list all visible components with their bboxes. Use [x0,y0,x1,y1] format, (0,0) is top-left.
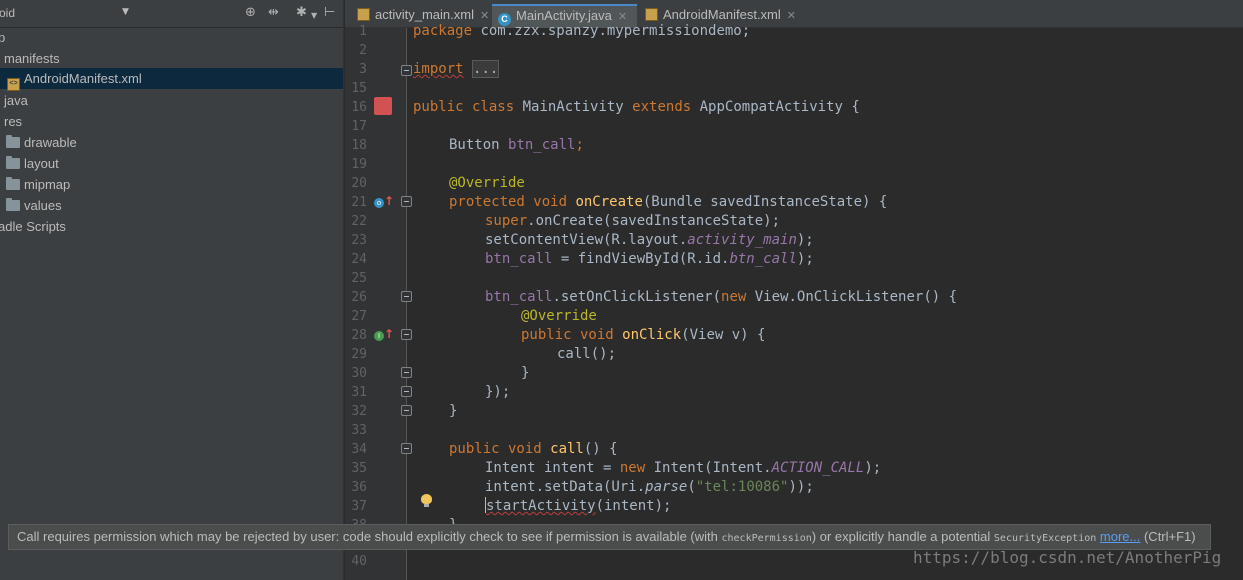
implement-method-icon[interactable]: I ↑ [374,327,394,342]
line-number: 28 [351,328,367,343]
line-number: 40 [351,554,367,569]
code-line: }); [485,384,511,400]
scroll-from-source-icon[interactable]: ⊕ [245,5,256,21]
line-number: 16 [351,100,367,115]
line-number: 18 [351,138,367,153]
line-number: 22 [351,214,367,229]
tree-item-app[interactable]: p [0,27,5,48]
line-number: 29 [351,347,367,362]
line-number: 36 [351,480,367,495]
line-number: 34 [351,442,367,457]
code-line: call(); [557,346,617,362]
tree-item-gradle-scripts[interactable]: adle Scripts [0,216,66,237]
code-line: } [521,365,530,381]
xml-file-icon [645,8,658,21]
code-line: super.onCreate(savedInstanceState); [485,213,781,229]
tree-item-drawable[interactable]: drawable [6,132,77,153]
override-method-icon[interactable]: o ↑ [374,194,394,209]
fold-toggle-icon[interactable] [401,65,412,76]
permission-warning[interactable]: startActivity [486,498,596,514]
tree-item-res[interactable]: res [4,111,22,132]
xml-file-icon [357,8,370,21]
project-panel: oid ▼ ⊕ ⇹ ✱ ▼ ⊢ p manifests <>AndroidMan… [0,0,344,580]
code-line: package com.zzx.spanzy.mypermissiondemo; [413,23,751,39]
line-number: 37 [351,499,367,514]
line-number: 20 [351,176,367,191]
close-icon[interactable]: ✕ [787,10,796,22]
project-view-selector[interactable]: oid [0,6,15,20]
watermark: https://blog.csdn.net/AnotherPig [913,548,1222,567]
tree-item-manifests[interactable]: manifests [4,48,60,69]
line-number: 15 [351,81,367,96]
hide-panel-icon[interactable]: ⊢ [324,5,335,21]
inspection-tooltip: Call requires permission which may be re… [8,524,1211,550]
line-number: 19 [351,157,367,172]
code-line: startActivity(intent); [485,497,672,514]
line-number: 31 [351,385,367,400]
code-line: public void onClick(View v) { [521,327,766,343]
line-number: 35 [351,461,367,476]
line-number: 32 [351,404,367,419]
lightbulb-icon[interactable] [421,494,432,508]
fold-toggle-icon[interactable] [401,367,412,378]
settings-dropdown-icon[interactable]: ▼ [311,8,317,24]
tree-item-mipmap[interactable]: mipmap [6,174,70,195]
line-number: 24 [351,252,367,267]
code-line: public void call() { [449,441,618,457]
gear-icon[interactable]: ✱ [296,5,307,21]
folder-icon [6,156,20,169]
folder-icon [6,198,20,211]
tree-item-androidmanifest[interactable]: <> AndroidManifest.xml [0,68,343,91]
line-number: 1 [359,24,367,39]
project-toolbar: oid ▼ ⊕ ⇹ ✱ ▼ ⊢ [0,0,343,28]
fold-toggle-icon[interactable] [401,196,412,207]
tree-item-values[interactable]: values [6,195,62,216]
collapse-all-icon[interactable]: ⇹ [268,5,279,21]
line-number: 25 [351,271,367,286]
line-number: 30 [351,366,367,381]
code-line: } [449,403,458,419]
fold-toggle-icon[interactable] [401,386,412,397]
fold-toggle-icon[interactable] [401,443,412,454]
code-line: protected void onCreate(Bundle savedInst… [449,194,888,210]
tree-item-java[interactable]: java [4,90,28,111]
line-number: 27 [351,309,367,324]
code-line: import ... [413,60,500,78]
fold-toggle-icon[interactable] [401,405,412,416]
code-line: intent.setData(Uri.parse("tel:10086")); [485,479,814,495]
line-number: 23 [351,233,367,248]
code-line: @Override [449,175,525,191]
code-line: Intent intent = new Intent(Intent.ACTION… [485,460,882,476]
close-icon[interactable]: ✕ [480,10,489,22]
folder-icon [6,177,20,190]
line-number: 2 [359,43,367,58]
editor-gutter: 1 2 3 15 16 17 18 19 20 21 22 23 24 25 2… [345,24,412,580]
more-link[interactable]: more... [1100,529,1140,544]
line-number: 33 [351,423,367,438]
code-line: @Override [521,308,597,324]
chevron-down-icon[interactable]: ▼ [122,7,129,17]
code-line: btn_call.setOnClickListener(new View.OnC… [485,289,958,305]
folder-icon [6,135,20,148]
code-line: public class MainActivity extends AppCom… [413,99,860,115]
folded-imports[interactable]: ... [472,60,500,78]
code-line: setContentView(R.layout.activity_main); [485,232,814,248]
line-number: 21 [351,195,367,210]
fold-toggle-icon[interactable] [401,291,412,302]
line-number: 17 [351,119,367,134]
line-number: 26 [351,290,367,305]
tree-item-layout[interactable]: layout [6,153,59,174]
code-line: Button btn_call; [449,137,584,153]
android-activity-icon[interactable] [374,97,392,115]
fold-toggle-icon[interactable] [401,329,412,340]
line-number: 3 [359,62,367,77]
code-line: btn_call = findViewById(R.id.btn_call); [485,251,814,267]
